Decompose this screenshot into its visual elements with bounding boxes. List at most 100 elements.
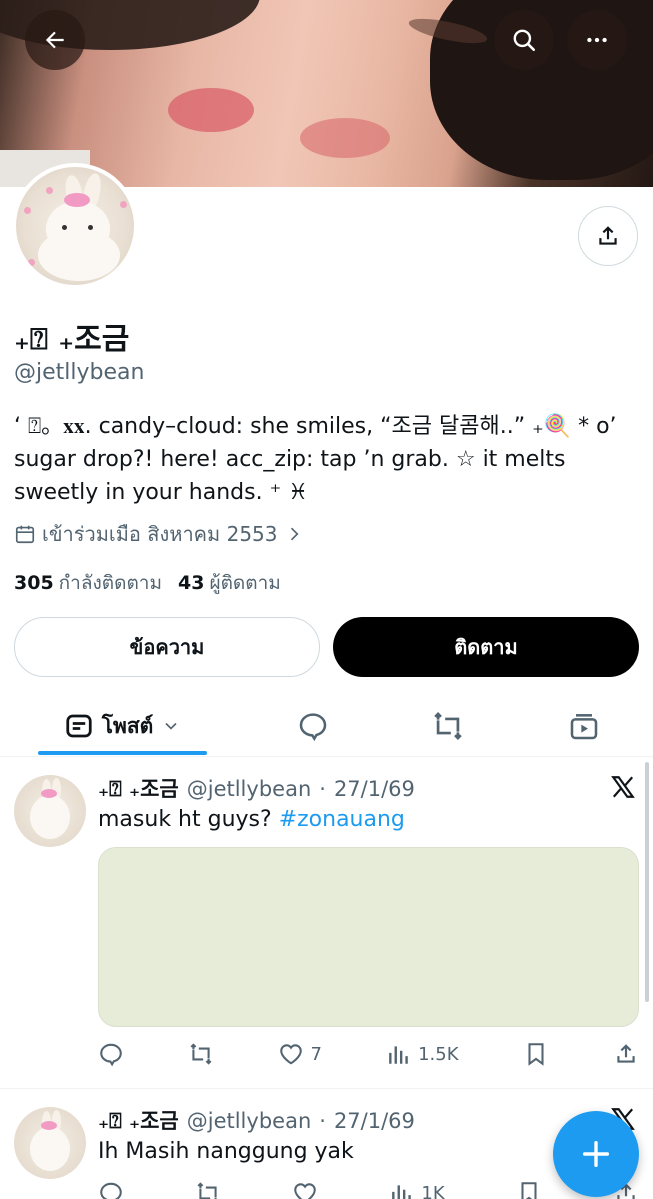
bookmark-button[interactable] (516, 1177, 542, 1199)
like-button[interactable] (292, 1177, 318, 1199)
post-author-handle[interactable]: @jetllybean (187, 777, 312, 801)
post-date[interactable]: 27/1/69 (334, 777, 415, 801)
followers-link[interactable]: 43 ผู้ติดตาม (178, 568, 281, 598)
post-author-name[interactable]: ₊⍰ ₊조금 (98, 773, 179, 803)
post-item[interactable]: ₊⍰ ₊조금 @jetllybean · 27/1/69 masuk ht gu… (0, 757, 653, 1087)
calendar-icon (15, 525, 35, 544)
chevron-right-icon (290, 527, 299, 541)
repost-icon (190, 1043, 212, 1065)
bookmark-button[interactable] (523, 1038, 549, 1070)
more-options-button[interactable] (567, 10, 627, 70)
post-body-text: masuk ht guys? (98, 807, 272, 832)
following-label: กำลังติดตาม (58, 572, 162, 594)
banner-photo-lips-left (168, 88, 254, 132)
avatar-petal (46, 187, 53, 194)
message-button[interactable]: ข้อความ (14, 617, 320, 677)
post-tab-icon (66, 714, 92, 738)
share-icon (617, 1044, 635, 1063)
profile-display-name: ₊⍰ ₊조금 (14, 322, 130, 357)
tab-replies[interactable] (283, 697, 343, 755)
profile-joined-date[interactable]: เข้าร่วมเมือ สิงหาคม 2553 (14, 518, 304, 550)
post-body-text: Ih Masih nanggung yak (98, 1139, 354, 1164)
avatar-bow (64, 193, 90, 207)
replies-tab-icon (299, 713, 327, 742)
profile-avatar[interactable] (12, 163, 138, 289)
post-separator: · (319, 777, 326, 801)
search-icon (513, 29, 536, 52)
x-logo-icon (611, 776, 635, 798)
media-tab-icon (570, 714, 598, 740)
tab-posts-label: โพสต์ (101, 713, 154, 738)
post-hashtag[interactable]: #zonauang (279, 807, 405, 832)
post-author-handle[interactable]: @jetllybean (187, 1109, 312, 1133)
views-button[interactable]: 1K (389, 1177, 445, 1199)
profile-handle: @jetllybean (14, 360, 145, 385)
avatar-petal (28, 259, 35, 266)
compose-post-button[interactable] (553, 1111, 639, 1197)
banner-photo-lips-right (300, 118, 390, 158)
compose-icon (582, 1140, 610, 1168)
post-avatar[interactable] (14, 775, 86, 847)
repost-icon (197, 1182, 217, 1199)
views-icon (392, 1185, 412, 1199)
views-count: 1K (421, 1182, 445, 1199)
post-text: masuk ht guys? #zonauang (98, 807, 405, 832)
avatar-petal (120, 201, 127, 208)
profile-banner[interactable] (0, 0, 653, 187)
following-link[interactable]: 305 กำลังติดตาม (14, 568, 162, 598)
bookmark-icon (521, 1182, 537, 1199)
reply-icon (100, 1043, 122, 1067)
active-tab-indicator (38, 751, 207, 755)
like-count: 7 (310, 1043, 322, 1065)
post-media[interactable] (98, 847, 639, 1027)
chevron-down-icon (165, 722, 177, 730)
avatar-bunny-body (38, 229, 120, 281)
bookmark-icon (528, 1043, 544, 1066)
post-actions: 1K (98, 1177, 639, 1199)
reposts-tab-icon (434, 712, 462, 740)
followers-count: 43 (177, 572, 205, 594)
post-header: ₊⍰ ₊조금 @jetllybean · 27/1/69 (98, 1105, 415, 1135)
like-icon (294, 1183, 317, 1199)
tab-reposts[interactable] (418, 697, 478, 755)
share-profile-button[interactable] (578, 206, 638, 266)
avatar-bunny-body (30, 1127, 70, 1171)
avatar-bunny-eye (88, 225, 93, 230)
repost-button[interactable] (188, 1038, 214, 1070)
reply-button[interactable] (98, 1038, 124, 1070)
share-icon (599, 226, 617, 245)
joined-label: เข้าร่วมเมือ สิงหาคม 2553 (42, 522, 278, 546)
back-button[interactable] (25, 10, 85, 70)
post-header: ₊⍰ ₊조금 @jetllybean · 27/1/69 (98, 773, 415, 803)
avatar-petal (116, 267, 123, 274)
scrollbar[interactable] (645, 762, 649, 1002)
follow-button[interactable]: ติดตาม (333, 617, 639, 677)
post-date[interactable]: 27/1/69 (334, 1109, 415, 1133)
profile-tabs: โพสต์ (0, 697, 653, 757)
back-arrow-icon (45, 31, 64, 49)
profile-bio: ‘ ⍰。𝐱𝐱. candy–cloud: she smiles, “조금 달콤해… (14, 414, 617, 505)
like-button[interactable]: 7 (278, 1038, 322, 1070)
avatar-petal (24, 207, 31, 214)
post-author-name[interactable]: ₊⍰ ₊조금 (98, 1105, 179, 1135)
avatar-bunny-eye (62, 225, 67, 230)
reply-button[interactable] (98, 1177, 124, 1199)
tab-posts[interactable]: โพสต์ (38, 697, 207, 755)
views-icon (389, 1046, 408, 1064)
post-share-button[interactable] (613, 1038, 639, 1070)
followers-label: ผู้ติดตาม (209, 572, 281, 594)
avatar-bow (41, 1121, 57, 1130)
follow-stats: 305 กำลังติดตาม 43 ผู้ติดตาม (14, 568, 281, 598)
post-actions: 7 1.5K (98, 1038, 639, 1070)
views-button[interactable]: 1.5K (386, 1038, 459, 1070)
like-icon (280, 1044, 303, 1065)
post-avatar[interactable] (14, 1107, 86, 1179)
search-button[interactable] (494, 10, 554, 70)
more-icon (587, 37, 607, 43)
repost-button[interactable] (195, 1177, 221, 1199)
post-separator: · (319, 1109, 326, 1133)
reply-icon (100, 1182, 122, 1199)
tab-media[interactable] (554, 697, 614, 755)
avatar-bow (41, 789, 57, 798)
following-count: 305 (14, 572, 54, 594)
